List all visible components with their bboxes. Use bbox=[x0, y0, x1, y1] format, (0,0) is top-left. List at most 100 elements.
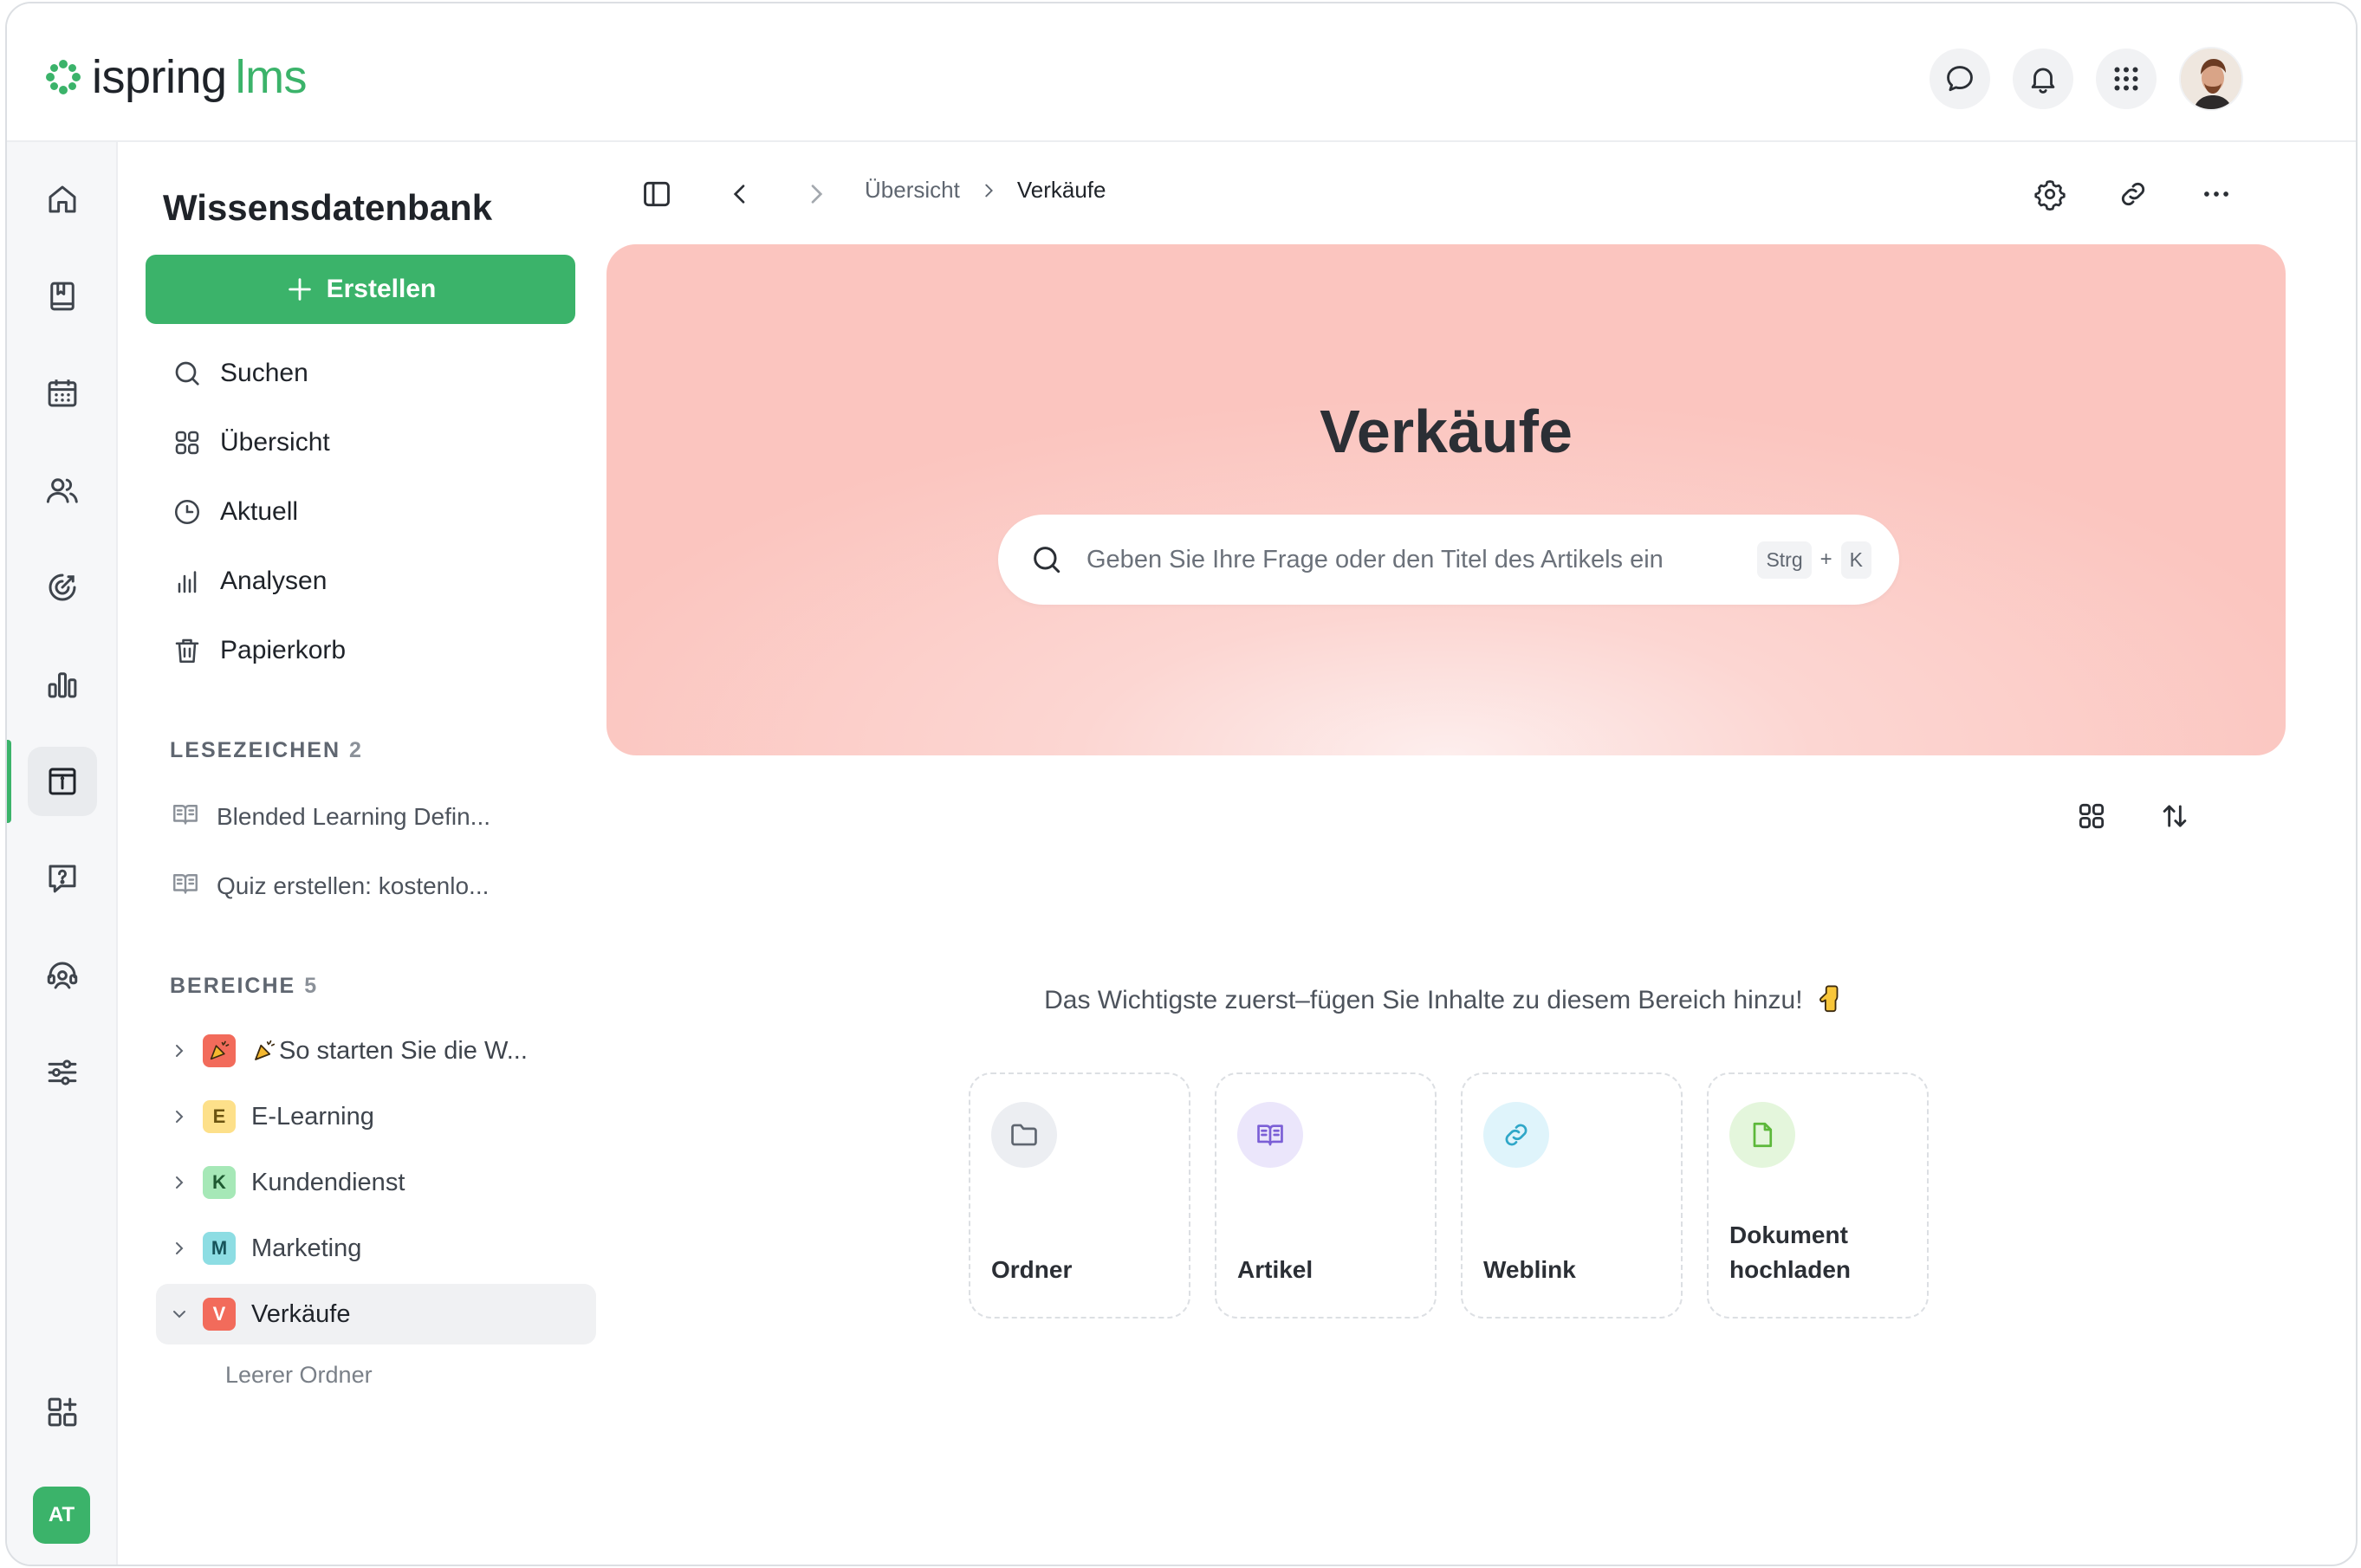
area-label: Verkäufe bbox=[251, 1299, 351, 1328]
area-item-e-learning[interactable]: E E-Learning bbox=[156, 1086, 596, 1147]
area-item-getting-started[interactable]: So starten Sie die W... bbox=[156, 1020, 596, 1081]
help-question-icon bbox=[49, 865, 76, 893]
sidebar-item-label: Aktuell bbox=[220, 497, 299, 526]
logo-suffix: lms bbox=[235, 51, 308, 103]
sidebar-item-label: Analysen bbox=[220, 567, 328, 595]
rail-help[interactable] bbox=[28, 844, 97, 913]
areas-heading: BEREICHE 5 bbox=[170, 974, 318, 999]
create-folder-card[interactable]: Ordner bbox=[969, 1072, 1190, 1319]
chevron-right-icon bbox=[176, 1176, 184, 1189]
rail-home[interactable] bbox=[28, 165, 97, 234]
area-item-customer-service[interactable]: K Kundendienst bbox=[156, 1152, 596, 1213]
bookmarks-count: 2 bbox=[349, 738, 363, 762]
folder-icon-circle bbox=[991, 1102, 1057, 1168]
chevron-down-icon bbox=[173, 1311, 185, 1319]
chevron-right-icon bbox=[176, 1045, 184, 1057]
user-initials-avatar[interactable]: AT bbox=[33, 1487, 90, 1544]
shortcut-plus: + bbox=[1819, 548, 1832, 571]
area-badge: V bbox=[203, 1298, 236, 1331]
grid-view-button[interactable] bbox=[2067, 792, 2116, 840]
user-avatar[interactable] bbox=[2179, 47, 2243, 111]
sidebar-item-analytics[interactable]: Analysen bbox=[170, 560, 327, 603]
rail-reports[interactable] bbox=[28, 650, 97, 719]
copy-link-button[interactable] bbox=[2109, 170, 2157, 218]
search-input[interactable]: Geben Sie Ihre Frage oder den Titel des … bbox=[998, 515, 1899, 605]
overview-grid-icon bbox=[175, 431, 199, 455]
toggle-sidebar-button[interactable] bbox=[632, 170, 681, 218]
rail-active-indicator bbox=[7, 740, 11, 823]
sidebar-item-recent[interactable]: Aktuell bbox=[170, 490, 298, 534]
back-button[interactable] bbox=[716, 170, 764, 218]
empty-state-text: Das Wichtigste zuerst–fügen Sie Inhalte … bbox=[1044, 986, 1803, 1014]
reports-chart-icon bbox=[48, 672, 77, 698]
rail-knowledge-base[interactable] bbox=[28, 747, 97, 816]
bookmark-item[interactable]: Blended Learning Defin... bbox=[170, 795, 490, 839]
search-placeholder: Geben Sie Ihre Frage oder den Titel des … bbox=[1086, 545, 1664, 573]
knowledge-sidebar: Wissensdatenbank Erstellen Suchen Übersi… bbox=[120, 142, 605, 1565]
clock-icon bbox=[174, 499, 200, 525]
chevron-right-icon bbox=[985, 184, 993, 197]
areas-heading-text: BEREICHE bbox=[170, 974, 296, 998]
area-label: Marketing bbox=[251, 1234, 362, 1262]
bookmarks-heading-text: LESEZEICHEN bbox=[170, 738, 341, 762]
knowledge-base-icon bbox=[49, 768, 76, 795]
area-badge bbox=[203, 1034, 236, 1067]
empty-folder-label: Leerer Ordner bbox=[225, 1362, 373, 1388]
breadcrumb-overview[interactable]: Übersicht bbox=[865, 177, 960, 204]
chevron-right-icon bbox=[176, 1111, 184, 1123]
document-icon-circle bbox=[1729, 1102, 1795, 1168]
bookmarks-heading: LESEZEICHEN 2 bbox=[170, 738, 363, 763]
create-article-card[interactable]: Artikel bbox=[1215, 1072, 1437, 1319]
rail-calendar[interactable] bbox=[28, 359, 97, 428]
link-icon bbox=[2121, 182, 2145, 206]
sidebar-item-label: Suchen bbox=[220, 359, 308, 387]
rail-goals[interactable] bbox=[28, 553, 97, 622]
card-label: Weblink bbox=[1483, 1256, 1576, 1283]
notifications-button[interactable] bbox=[2013, 49, 2073, 109]
search-icon bbox=[175, 361, 199, 386]
article-book-icon bbox=[173, 873, 198, 894]
article-book-icon bbox=[1257, 1124, 1283, 1146]
top-actions bbox=[1930, 47, 2243, 111]
users-icon bbox=[46, 478, 78, 503]
more-options-button[interactable] bbox=[2192, 170, 2241, 218]
sidebar-title: Wissensdatenbank bbox=[163, 187, 493, 228]
top-bar: ispring lms bbox=[7, 3, 2356, 142]
chat-icon bbox=[1947, 66, 1973, 92]
bookmark-item[interactable]: Quiz erstellen: kostenlo... bbox=[170, 865, 489, 908]
sidebar-item-search[interactable]: Suchen bbox=[170, 352, 308, 395]
rail-support[interactable] bbox=[28, 941, 97, 1010]
apps-grid-icon bbox=[2114, 67, 2138, 91]
add-widget-icon bbox=[48, 1397, 77, 1427]
support-headset-icon bbox=[47, 962, 78, 989]
sidebar-panel-icon bbox=[644, 181, 670, 207]
apps-button[interactable] bbox=[2096, 49, 2157, 109]
area-label: Kundendienst bbox=[251, 1168, 405, 1196]
chevron-right-icon bbox=[176, 1242, 184, 1254]
rail-users[interactable] bbox=[28, 456, 97, 525]
sidebar-item-trash[interactable]: Papierkorb bbox=[170, 629, 346, 672]
keyboard-shortcut: Strg + K bbox=[1757, 541, 1871, 579]
bookmark-label: Blended Learning Defin... bbox=[217, 803, 490, 830]
sidebar-item-overview[interactable]: Übersicht bbox=[170, 421, 330, 464]
chat-button[interactable] bbox=[1930, 49, 1990, 109]
rail-courses[interactable] bbox=[28, 262, 97, 331]
page-title: Verkäufe bbox=[1320, 398, 1573, 465]
grid-view-icon bbox=[2079, 803, 2105, 829]
forward-button[interactable] bbox=[792, 170, 840, 218]
area-item-marketing[interactable]: M Marketing bbox=[156, 1218, 596, 1279]
areas-count: 5 bbox=[304, 974, 319, 998]
document-icon bbox=[1753, 1122, 1773, 1148]
rail-settings[interactable] bbox=[28, 1038, 97, 1107]
main-content: Übersicht Verkäufe Verkäufe Geben Sie Ih… bbox=[605, 142, 2356, 1565]
ispring-logo[interactable]: ispring lms bbox=[43, 51, 308, 103]
card-label: Ordner bbox=[991, 1256, 1073, 1283]
upload-document-card[interactable]: Dokument hochladen bbox=[1707, 1072, 1929, 1319]
create-button[interactable]: Erstellen bbox=[146, 255, 575, 324]
sort-button[interactable] bbox=[2150, 792, 2199, 840]
search-icon bbox=[1034, 547, 1061, 573]
area-item-sales[interactable]: V Verkäufe bbox=[156, 1284, 596, 1344]
create-weblink-card[interactable]: Weblink bbox=[1461, 1072, 1683, 1319]
rail-add-widget[interactable] bbox=[28, 1377, 97, 1447]
settings-button[interactable] bbox=[2026, 170, 2074, 218]
